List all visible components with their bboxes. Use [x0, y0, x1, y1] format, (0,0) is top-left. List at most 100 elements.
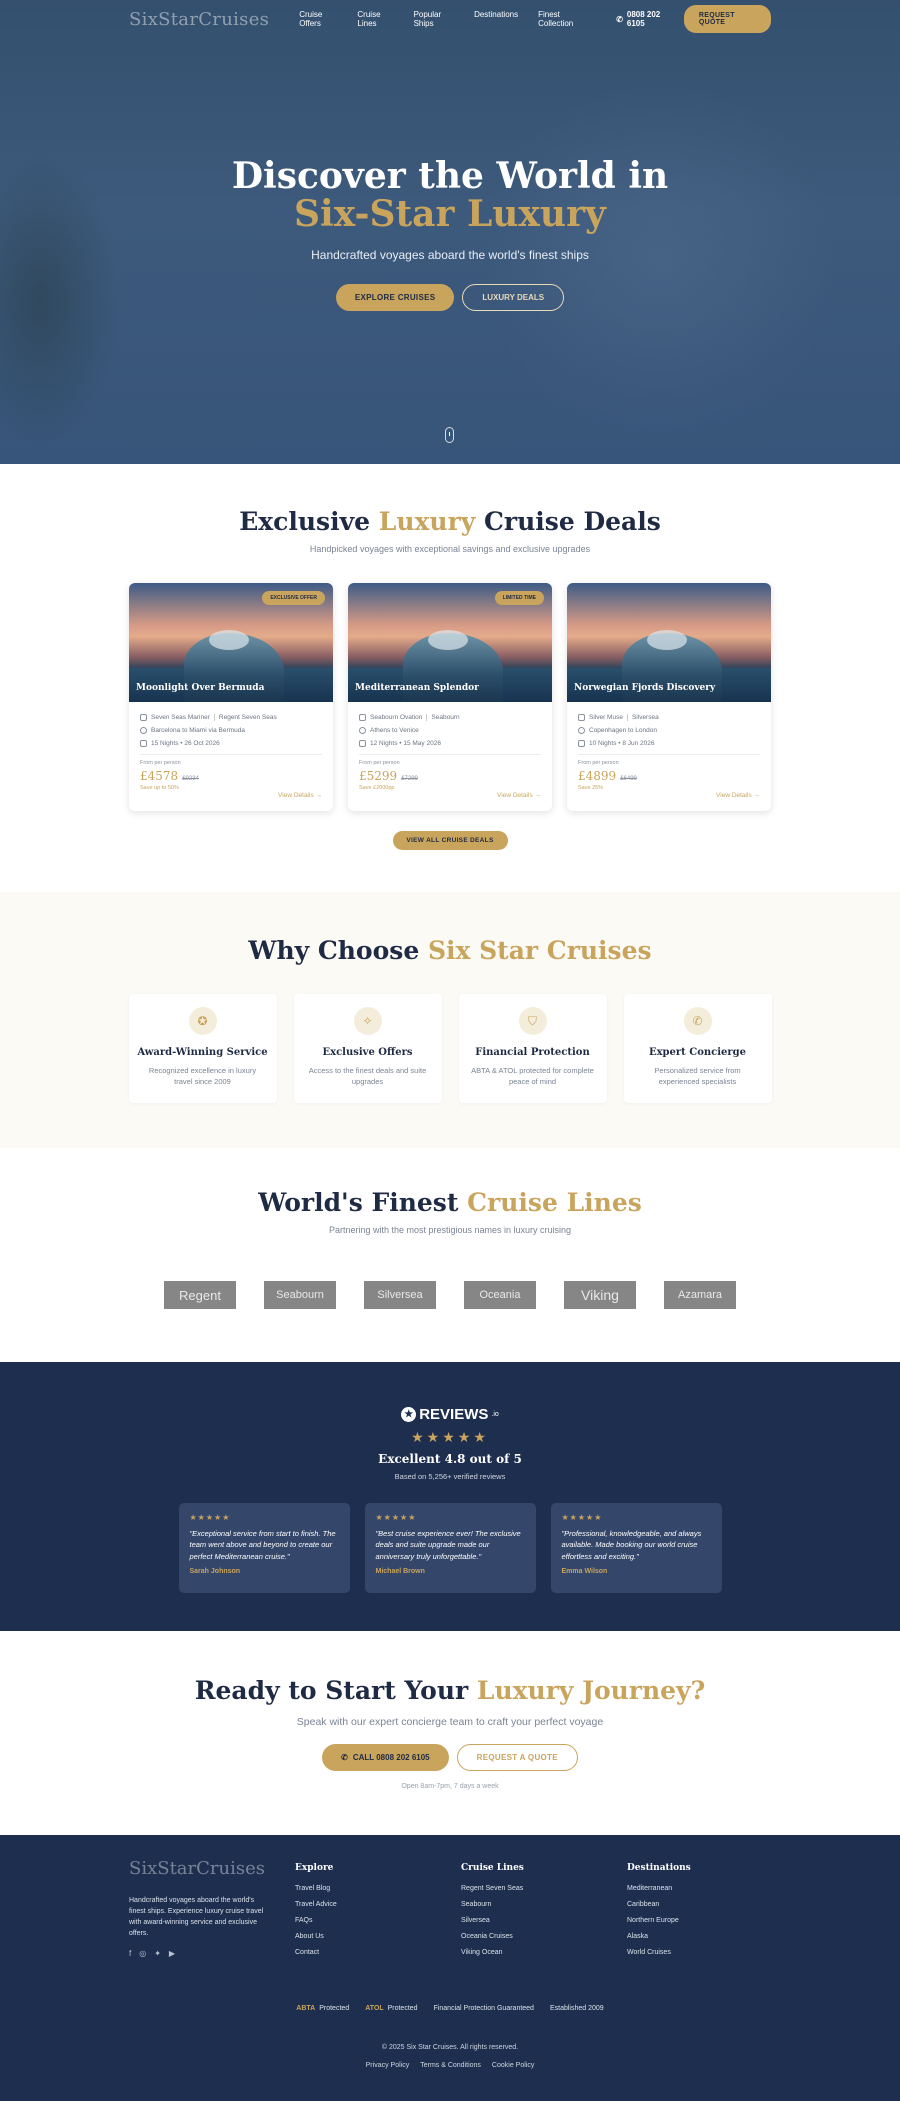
footer-link[interactable]: Regent Seven Seas [461, 1885, 627, 1892]
nav-phone[interactable]: ✆ 0808 202 6105 [616, 10, 673, 28]
review-stars: ★★★★★ [375, 1513, 417, 1522]
logo-viking[interactable]: Viking [564, 1281, 636, 1309]
deal-route: Barcelona to Miami via Bermuda [140, 727, 322, 734]
explore-cruises-button[interactable]: EXPLORE CRUISES [335, 283, 455, 311]
luxury-deals-button[interactable]: LUXURY DEALS [462, 283, 565, 311]
footer-link[interactable]: Alaska [627, 1933, 793, 1940]
footer-link[interactable]: Oceania Cruises [461, 1933, 627, 1940]
footer-link[interactable]: Silversea [461, 1917, 627, 1924]
why-card-title: Exclusive Offers [322, 1047, 413, 1058]
ship-icon [140, 714, 147, 721]
calendar-icon [359, 740, 366, 747]
why-card: ✪ Award-Winning Service Recognized excel… [128, 994, 277, 1103]
site-logo[interactable]: SixStarCruises [129, 9, 269, 30]
deal-badge: EXCLUSIVE OFFER [262, 591, 325, 605]
review-card: ★★★★★ "Best cruise experience ever! The … [364, 1503, 536, 1593]
view-details-link[interactable]: View Details → [716, 792, 760, 799]
logo-oceania[interactable]: Oceania [464, 1281, 536, 1309]
footer-logo[interactable]: SixStarCruises [129, 1858, 295, 1879]
cookie-link[interactable]: Cookie Policy [492, 2062, 534, 2069]
footer-link[interactable]: Viking Ocean [461, 1949, 627, 1956]
review-author: Michael Brown [375, 1567, 425, 1575]
terms-link[interactable]: Terms & Conditions [420, 2062, 481, 2069]
rating-score: Excellent 4.8 out of 5 [378, 1452, 522, 1466]
established-badge: Established 2009 [549, 2005, 604, 2012]
view-details-link[interactable]: View Details → [497, 792, 541, 799]
deal-image: Norwegian Fjords Discovery [567, 583, 771, 702]
footer-link[interactable]: Northern Europe [627, 1917, 793, 1924]
footer-link[interactable]: Caribbean [627, 1901, 793, 1908]
scroll-indicator-icon[interactable] [445, 427, 454, 443]
review-stars: ★★★★★ [189, 1513, 231, 1522]
hero-title-line1: Discover the World in [231, 155, 669, 197]
sparkle-icon: ✧ [353, 1007, 382, 1035]
shield-icon: ⛉ [518, 1007, 547, 1035]
deal-card[interactable]: LIMITED TIME Mediterranean Splendor Seab… [348, 583, 552, 811]
deal-old-price: £6499 [620, 776, 637, 782]
why-card: ⛉ Financial Protection ABTA & ATOL prote… [458, 994, 607, 1103]
deal-cards: EXCLUSIVE OFFER Moonlight Over Bermuda S… [0, 583, 900, 811]
deal-old-price: £7299 [401, 776, 418, 782]
deal-name: Mediterranean Splendor [355, 683, 479, 693]
deal-card[interactable]: EXCLUSIVE OFFER Moonlight Over Bermuda S… [129, 583, 333, 811]
twitter-icon[interactable]: ✦ [154, 1949, 161, 1958]
nav-link-finest-collection[interactable]: Finest Collection [538, 10, 586, 28]
top-nav: SixStarCruises Cruise Offers Cruise Line… [0, 0, 900, 38]
nav-link-cruise-lines[interactable]: Cruise Lines [357, 10, 393, 28]
review-quote: "Best cruise experience ever! The exclus… [375, 1529, 521, 1561]
logo-silversea[interactable]: Silversea [364, 1281, 436, 1309]
deals-section: Exclusive Luxury Cruise Deals Handpicked… [0, 464, 900, 892]
social-links: f ◎ ✦ ▶ [129, 1949, 295, 1958]
calendar-icon [578, 740, 585, 747]
deal-price: £5299 [359, 769, 398, 783]
calendar-icon [140, 740, 147, 747]
facebook-icon[interactable]: f [129, 1949, 131, 1958]
award-icon: ✪ [188, 1007, 217, 1035]
footer-brand: SixStarCruises Handcrafted voyages aboar… [129, 1858, 295, 1965]
nav-link-destinations[interactable]: Destinations [474, 10, 518, 28]
deal-image: EXCLUSIVE OFFER Moonlight Over Bermuda [129, 583, 333, 702]
logo-azamara[interactable]: Azamara [664, 1281, 736, 1309]
deal-dates: 10 Nights • 8 Jun 2026 [578, 740, 760, 747]
deal-saving: Save up to 50% [140, 785, 179, 791]
footer-link[interactable]: World Cruises [627, 1949, 793, 1956]
reviews-logo[interactable]: ★ REVIEWS .io [0, 1406, 900, 1423]
footer-link[interactable]: FAQs [295, 1917, 461, 1924]
footer-link[interactable]: Travel Advice [295, 1901, 461, 1908]
cruise-lines-subtitle: Partnering with the most prestigious nam… [328, 1225, 572, 1235]
logo-seabourn[interactable]: Seabourn [264, 1281, 336, 1309]
ship-icon [359, 714, 366, 721]
copyright: © 2025 Six Star Cruises. All rights rese… [381, 2044, 519, 2051]
hero-title-line2: Six-Star Luxury [294, 192, 606, 235]
phone-icon: ✆ [341, 1753, 348, 1762]
deal-dates: 12 Nights • 15 May 2026 [359, 740, 541, 747]
call-button[interactable]: ✆ CALL 0808 202 6105 [322, 1744, 449, 1771]
request-a-quote-button[interactable]: REQUEST A QUOTE [456, 1744, 578, 1771]
youtube-icon[interactable]: ▶ [169, 1949, 175, 1958]
review-author: Emma Wilson [561, 1567, 608, 1575]
footer-link[interactable]: Contact [295, 1949, 461, 1956]
footer-link[interactable]: Mediterranean [627, 1885, 793, 1892]
footer-link[interactable]: About Us [295, 1933, 461, 1940]
deal-saving: Save 25% [578, 785, 604, 791]
deal-card[interactable]: Norwegian Fjords Discovery Silver Muse Si… [567, 583, 771, 811]
request-quote-button[interactable]: REQUEST QUOTE [683, 5, 771, 33]
why-card-text: Personalized service from experienced sp… [654, 1066, 741, 1086]
nav-link-cruise-offers[interactable]: Cruise Offers [299, 10, 337, 28]
logo-regent[interactable]: Regent [164, 1281, 236, 1309]
view-all-deals-button[interactable]: VIEW ALL CRUISE DEALS [392, 831, 508, 850]
rating-count: Based on 5,256+ verified reviews [394, 1472, 506, 1481]
nav-links: Cruise Offers Cruise Lines Popular Ships… [299, 10, 586, 28]
why-card-text: ABTA & ATOL protected for complete peace… [471, 1066, 594, 1086]
privacy-link[interactable]: Privacy Policy [366, 2062, 410, 2069]
nav-link-popular-ships[interactable]: Popular Ships [414, 10, 455, 28]
view-details-link[interactable]: View Details → [278, 792, 322, 799]
why-card-title: Financial Protection [475, 1047, 590, 1058]
why-card-title: Award-Winning Service [137, 1047, 268, 1058]
deals-title: Exclusive Luxury Cruise Deals [239, 507, 661, 536]
footer-link[interactable]: Travel Blog [295, 1885, 461, 1892]
instagram-icon[interactable]: ◎ [139, 1949, 146, 1958]
deal-ship: Seabourn Ovation Seabourn [359, 714, 541, 721]
footer-link[interactable]: Seabourn [461, 1901, 627, 1908]
why-cards: ✪ Award-Winning Service Recognized excel… [0, 994, 900, 1103]
